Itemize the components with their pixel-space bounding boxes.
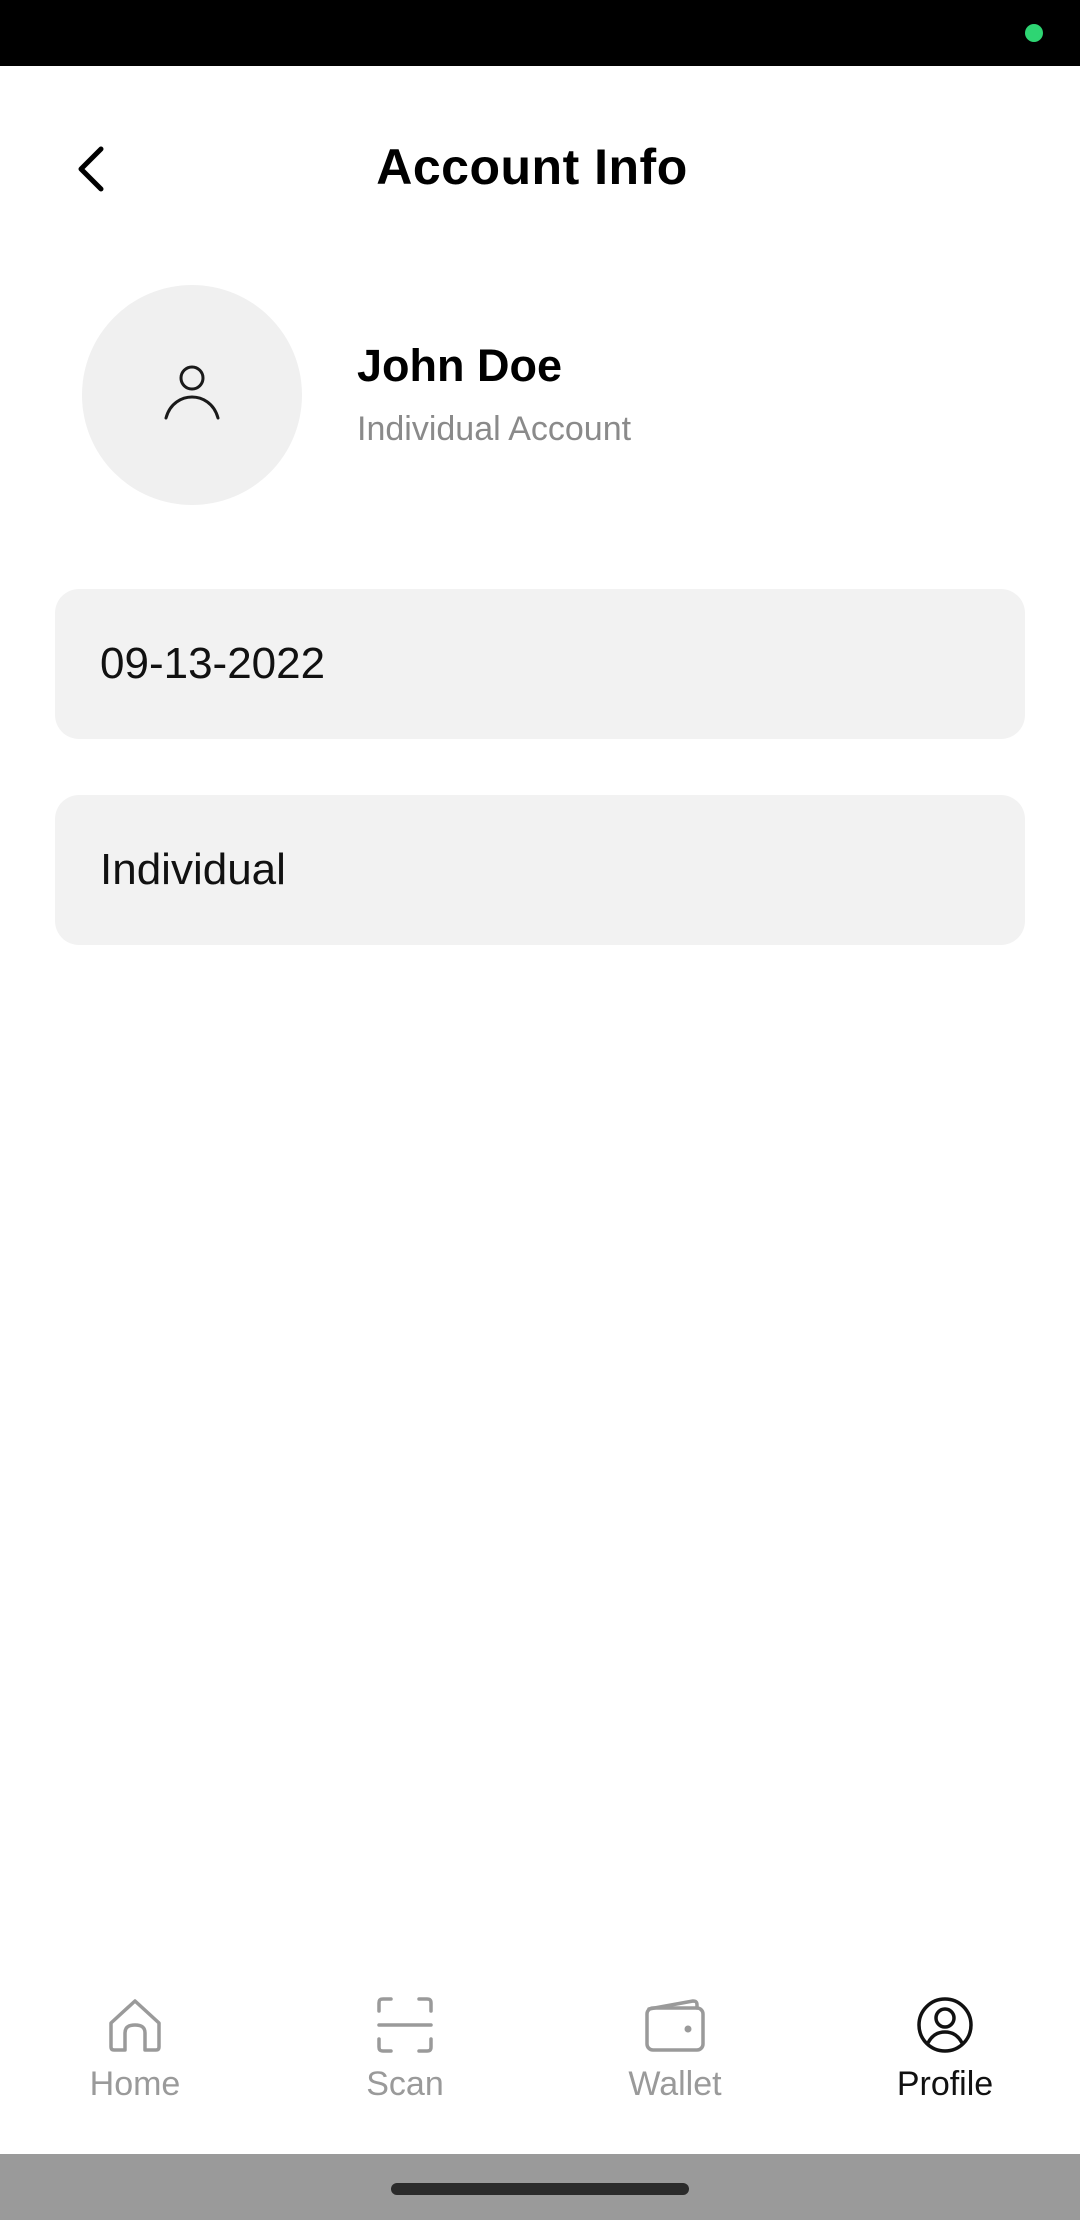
nav-label-profile: Profile [896,2065,994,2103]
nav-label-wallet: Wallet [628,2065,722,2103]
date-field[interactable]: 09-13-2022 [55,589,1025,739]
nav-item-profile[interactable]: Profile [810,1975,1080,2155]
status-indicator-dot [1025,24,1043,42]
date-field-value: 09-13-2022 [100,639,326,688]
scan-icon [373,1993,437,2057]
account-type-field[interactable]: Individual [55,795,1025,945]
system-navigation-bar [0,2154,1080,2220]
wallet-icon [643,1993,707,2057]
home-indicator[interactable] [391,2183,689,2195]
nav-label-home: Home [89,2065,181,2103]
nav-item-scan[interactable]: Scan [270,1975,540,2155]
profile-section: John Doe Individual Account [0,285,1080,505]
nav-item-home[interactable]: Home [0,1975,270,2155]
profile-icon [913,1993,977,2057]
nav-item-wallet[interactable]: Wallet [540,1975,810,2155]
nav-label-scan: Scan [366,2065,444,2103]
header: Account Info [0,66,1080,272]
profile-account-type: Individual Account [357,410,632,448]
status-bar [0,0,1080,66]
profile-name: John Doe [357,340,563,391]
page-title: Account Info [376,139,688,195]
bottom-nav: Home Scan Wallet Profile [0,1975,1080,2155]
avatar[interactable] [82,285,302,505]
home-icon [103,1993,167,2057]
account-type-field-value: Individual [100,845,286,894]
user-icon [160,361,224,430]
